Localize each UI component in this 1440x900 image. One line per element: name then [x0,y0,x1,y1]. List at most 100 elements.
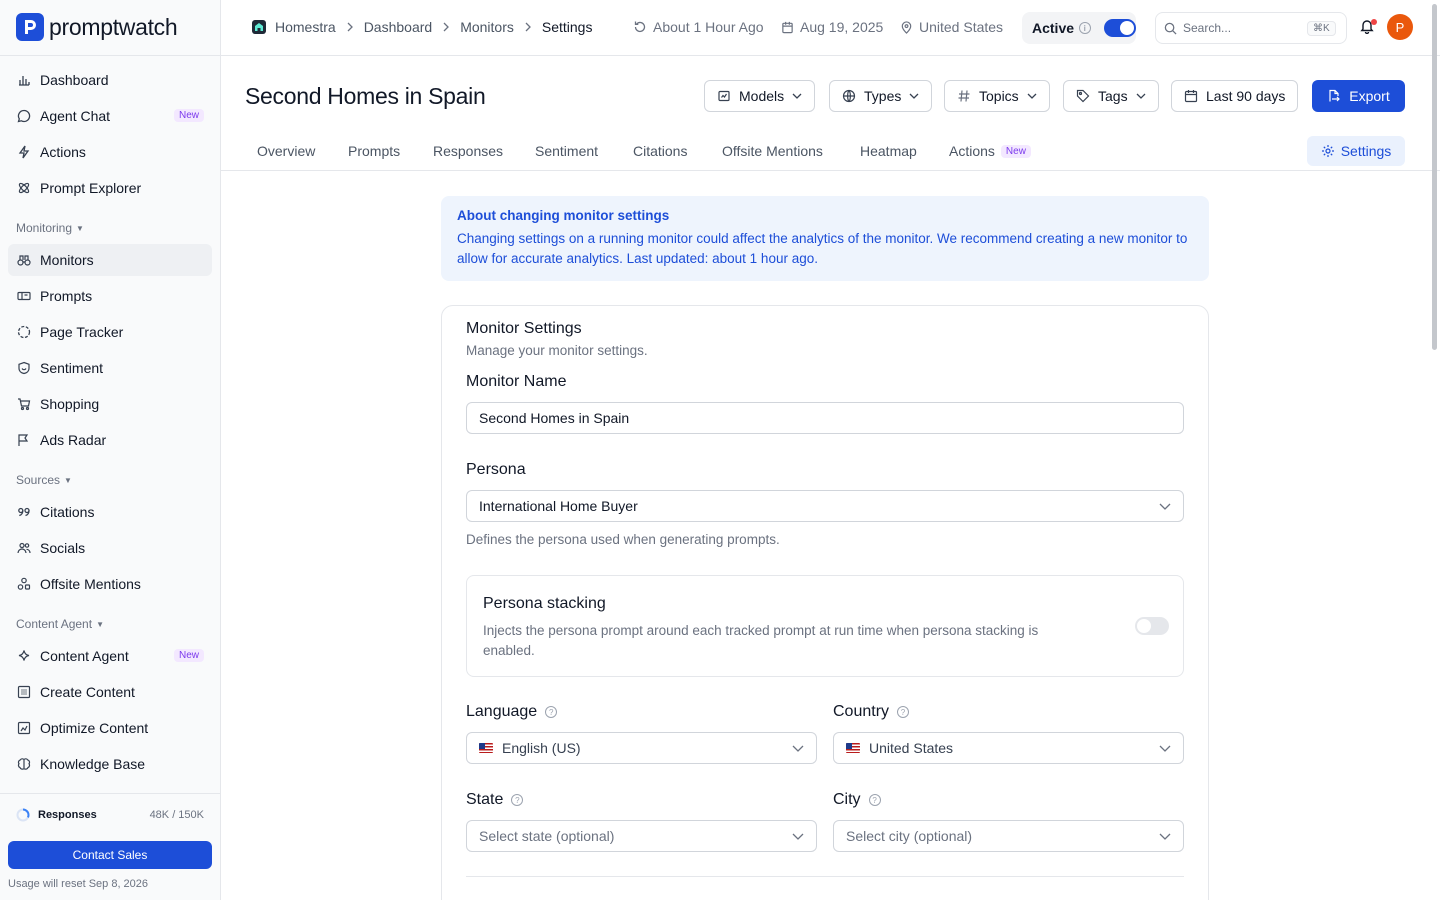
hash-icon [958,90,970,102]
sidebar-item-page-tracker[interactable]: Page Tracker [8,316,212,348]
help-icon[interactable]: ? [897,706,910,718]
help-icon[interactable]: ? [868,794,881,806]
chevron-down-icon [792,93,802,99]
sparkle-icon [16,648,32,664]
persona-stacking-toggle[interactable] [1135,617,1169,635]
monitor-name-input[interactable] [466,402,1184,434]
city-select[interactable]: Select city (optional) [833,820,1184,852]
country-select[interactable]: United States [833,732,1184,764]
sidebar-item-shopping[interactable]: Shopping [8,388,212,420]
location-text: United States [919,19,1004,35]
chart-doc-icon [16,720,32,736]
sidebar-item-label: Dashboard [40,72,109,88]
persona-select[interactable]: International Home Buyer [466,490,1184,522]
shapes-icon [16,576,32,592]
sidebar-item-dashboard[interactable]: Dashboard [8,64,212,96]
persona-help-text: Defines the persona used when generating… [466,532,780,547]
filter-label: Types [864,88,902,104]
help-icon[interactable]: ? [545,706,558,718]
persona-label: Persona [466,461,526,479]
cpu-icon [718,90,730,102]
monitor-status: Active i [1022,12,1136,44]
tab-sentiment[interactable]: Sentiment [535,143,598,159]
breadcrumb-item-dashboard[interactable]: Dashboard [364,19,433,35]
flag-icon [16,432,32,448]
sidebar-item-label: Page Tracker [40,324,124,340]
info-icon[interactable]: i [1079,22,1091,34]
tab-actions[interactable]: Actions New [949,143,1031,159]
sidebar-item-create-content[interactable]: Create Content [8,676,212,708]
tab-heatmap[interactable]: Heatmap [860,143,917,159]
sidebar-item-actions[interactable]: Actions [8,136,212,168]
types-filter-button[interactable]: Types [829,80,933,112]
tab-offsite-mentions[interactable]: Offsite Mentions [722,143,823,159]
section-label: Monitoring [16,221,73,235]
sidebar-item-label: Ads Radar [40,432,107,448]
sidebar-item-agent-chat[interactable]: Agent Chat New [8,100,212,132]
persona-value: International Home Buyer [479,498,638,514]
sidebar-item-optimize-content[interactable]: Optimize Content [8,712,212,744]
sidebar-item-content-agent[interactable]: Content Agent New [8,640,212,672]
search-input[interactable] [1183,21,1301,35]
chevron-down-icon [792,833,804,840]
atom-icon [16,180,32,196]
section-content-agent[interactable]: Content Agent ▼ [16,617,104,631]
monitor-settings-card: Monitor Settings Manage your monitor set… [441,305,1209,900]
sidebar-item-citations[interactable]: Citations [8,496,212,528]
tab-settings[interactable]: Settings [1307,136,1405,166]
calendar-icon [782,21,793,33]
brain-icon [16,756,32,772]
tab-responses[interactable]: Responses [433,143,503,159]
breadcrumb-item-homestra[interactable]: Homestra [251,19,336,35]
card-title: Monitor Settings [466,320,582,337]
country-value: United States [869,740,954,756]
sidebar-item-monitors[interactable]: Monitors [8,244,212,276]
chevron-down-icon [1136,93,1146,99]
sidebar-item-prompt-explorer[interactable]: Prompt Explorer [8,172,212,204]
caret-down-icon: ▼ [64,475,72,485]
filter-label: Tags [1098,88,1128,104]
section-sources[interactable]: Sources ▼ [16,473,72,487]
sidebar-item-sentiment[interactable]: Sentiment [8,352,212,384]
date-range-label: Last 90 days [1206,88,1286,104]
card-subtitle: Manage your monitor settings. [466,343,648,358]
date-display: Aug 19, 2025 [781,19,883,35]
avatar[interactable]: P [1387,14,1413,40]
sidebar-item-knowledge-base[interactable]: Knowledge Base [8,748,212,780]
topics-filter-button[interactable]: Topics [944,80,1050,112]
tab-citations[interactable]: Citations [633,143,687,159]
usage-value: 48K / 150K [149,809,204,821]
language-select[interactable]: English (US) [466,732,817,764]
sidebar-item-prompts[interactable]: Prompts [8,280,212,312]
globe-icon [842,89,856,103]
export-label: Export [1349,88,1390,104]
location-display: United States [900,19,1003,35]
tab-prompts[interactable]: Prompts [348,143,400,159]
contact-sales-button[interactable]: Contact Sales [8,841,212,869]
app-logo[interactable]: promptwatch [16,12,178,42]
tag-icon [1076,89,1090,103]
search-box: ⌘K [1155,12,1347,44]
tab-overview[interactable]: Overview [257,143,315,159]
sidebar-item-offsite-mentions[interactable]: Offsite Mentions [8,568,212,600]
active-toggle[interactable] [1103,19,1136,37]
tags-filter-button[interactable]: Tags [1063,80,1159,112]
section-monitoring[interactable]: Monitoring ▼ [16,221,84,235]
notice-body: Changing settings on a running monitor c… [457,231,1188,266]
sidebar-item-ads-radar[interactable]: Ads Radar [8,424,212,456]
divider [0,55,220,56]
new-badge: New [173,649,204,662]
breadcrumb-item-monitors[interactable]: Monitors [460,19,514,35]
date-range-button[interactable]: Last 90 days [1171,80,1299,112]
sidebar-item-socials[interactable]: Socials [8,532,212,564]
sidebar-item-label: Offsite Mentions [40,576,141,592]
file-export-icon [1329,89,1341,102]
project-icon [252,20,266,34]
usage-progress-ring [16,808,30,822]
state-select[interactable]: Select state (optional) [466,820,817,852]
help-icon[interactable]: ? [511,794,524,806]
models-filter-button[interactable]: Models [704,80,816,112]
page-scrollbar[interactable] [1432,4,1437,350]
notifications-button[interactable] [1359,18,1377,36]
export-button[interactable]: Export [1312,80,1405,112]
